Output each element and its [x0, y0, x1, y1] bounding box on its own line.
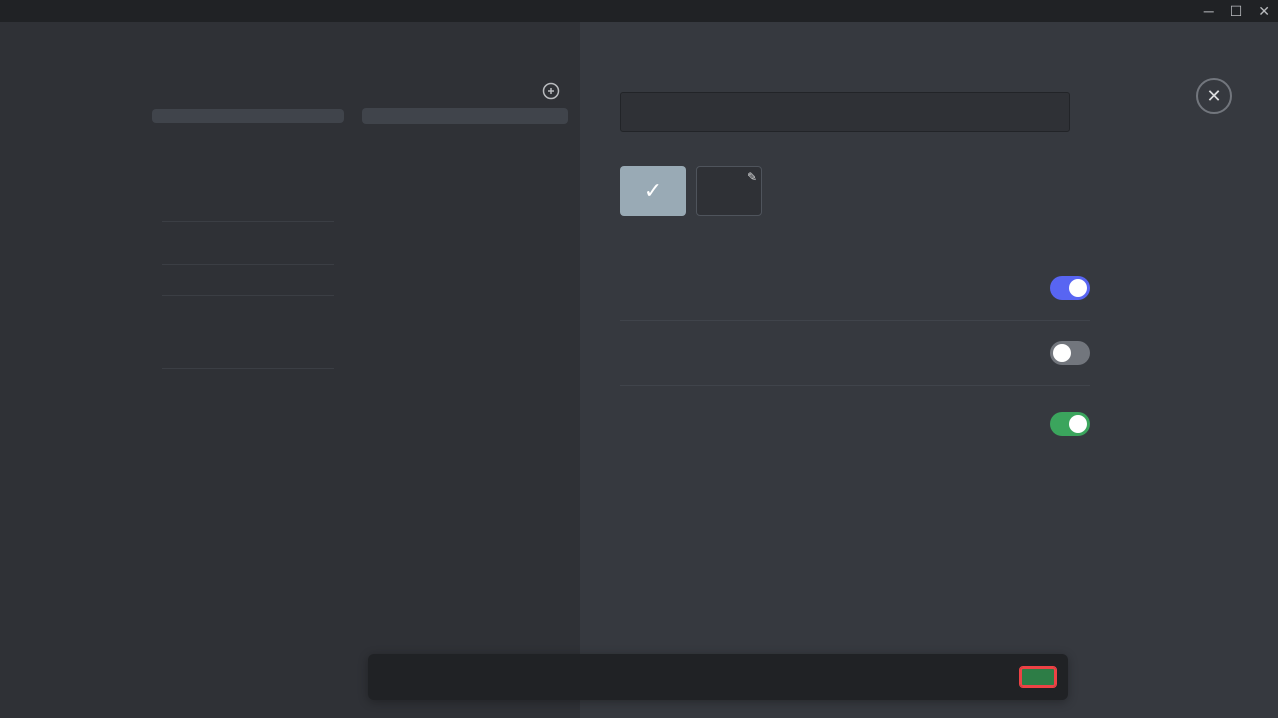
close-settings-button[interactable]: ✕	[1196, 78, 1232, 114]
settings-sidebar	[132, 22, 350, 718]
sidebar-item-bans[interactable]	[152, 346, 344, 360]
role-hint-text	[362, 144, 568, 162]
titlebar: ─ ☐ ✕	[0, 0, 1278, 22]
divider	[162, 264, 334, 265]
sidebar-item-integrations[interactable]	[152, 169, 344, 183]
sidebar-header-user	[152, 304, 344, 316]
role-item-new-role[interactable]	[362, 108, 568, 124]
divider	[162, 221, 334, 222]
sidebar-item-widget[interactable]	[152, 184, 344, 198]
sidebar-item-auditlog[interactable]	[152, 154, 344, 168]
default-color-swatch[interactable]: ✓	[620, 166, 686, 216]
sidebar-item-invites[interactable]	[152, 331, 344, 345]
sidebar-item-enable-community[interactable]	[152, 242, 344, 256]
unsaved-changes-bar	[368, 654, 1068, 700]
eyedropper-icon: ✎	[747, 170, 757, 184]
sidebar-item-delete-server[interactable]	[152, 377, 344, 391]
toggle-display-separately[interactable]	[1050, 276, 1090, 300]
divider	[162, 368, 334, 369]
sidebar-item-roles[interactable]	[152, 109, 344, 123]
sidebar-item-template[interactable]	[152, 199, 344, 213]
sidebar-item-boost[interactable]	[152, 273, 344, 287]
role-help-link[interactable]	[362, 162, 568, 174]
role-editor: ✓ ✎	[580, 22, 1278, 718]
divider	[162, 295, 334, 296]
role-list-column	[350, 22, 580, 718]
minimize-button[interactable]: ─	[1204, 4, 1214, 18]
check-icon: ✓	[644, 178, 662, 204]
sidebar-item-moderation[interactable]	[152, 139, 344, 153]
close-button[interactable]: ✕	[1258, 4, 1270, 18]
custom-color-picker[interactable]: ✎	[696, 166, 762, 216]
window-controls: ─ ☐ ✕	[1204, 4, 1270, 18]
plus-icon[interactable]	[542, 82, 560, 100]
toggle-administrator[interactable]	[1050, 412, 1090, 436]
maximize-button[interactable]: ☐	[1230, 4, 1243, 18]
reset-button[interactable]	[982, 669, 1010, 685]
save-changes-button[interactable]	[1020, 667, 1056, 687]
sidebar-header	[152, 82, 344, 94]
role-name-input[interactable]	[620, 92, 1070, 132]
sidebar-item-overview[interactable]	[152, 94, 344, 108]
role-item-everyone[interactable]	[362, 126, 568, 142]
close-settings: ✕	[1196, 78, 1232, 120]
toggle-allow-mention[interactable]	[1050, 341, 1090, 365]
sidebar-header-community	[152, 230, 344, 242]
sidebar-item-members[interactable]	[152, 316, 344, 330]
sidebar-item-emoji[interactable]	[152, 124, 344, 138]
